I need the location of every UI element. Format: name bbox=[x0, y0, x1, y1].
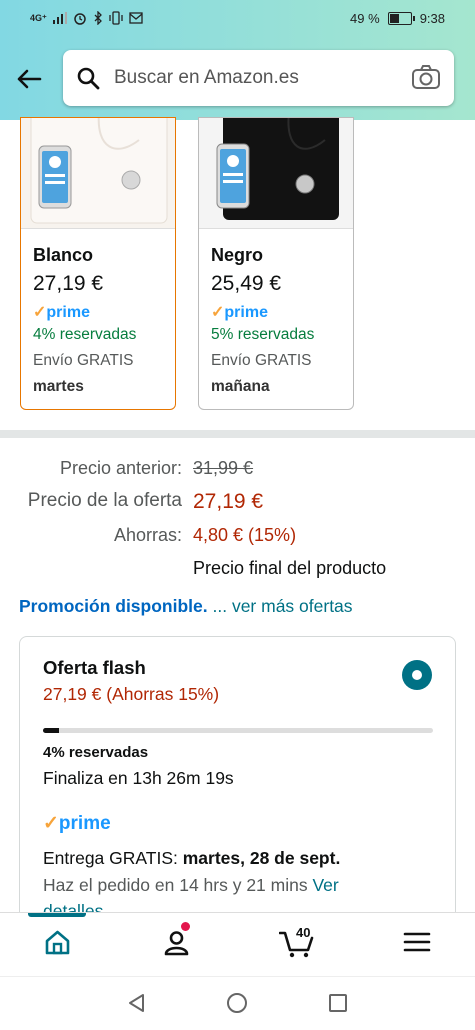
vibrate-icon bbox=[109, 11, 123, 25]
variant-shipping: Envío GRATIS bbox=[33, 352, 134, 369]
prime-check-icon: ✓ bbox=[211, 304, 225, 321]
back-arrow-icon[interactable] bbox=[14, 64, 44, 94]
active-tab-indicator bbox=[28, 913, 86, 917]
prime-badge: ✓prime bbox=[33, 304, 90, 321]
variant-reserved: 4% reservadas bbox=[33, 326, 137, 343]
promo-label[interactable]: Promoción disponible. bbox=[19, 596, 208, 616]
search-input[interactable]: Buscar en Amazon.es bbox=[63, 50, 454, 106]
app-header: Buscar en Amazon.es bbox=[0, 38, 475, 120]
final-price-note: Precio final del producto bbox=[193, 558, 387, 578]
system-recents-icon[interactable] bbox=[327, 992, 349, 1014]
delivery-info: Entrega GRATIS: martes, 28 de sept. bbox=[43, 848, 341, 868]
flash-offer-title: Oferta flash bbox=[43, 657, 146, 678]
variant-price: 25,49 € bbox=[211, 272, 282, 295]
flash-offer-card[interactable]: Oferta flash 27,19 € (Ahorras 15%) 4% re… bbox=[19, 636, 456, 936]
previous-price-value: 31,99 € bbox=[193, 458, 254, 478]
product-image-black bbox=[199, 118, 353, 229]
variant-card-blanco[interactable]: Blanco 27,19 € ✓prime 4% reservadas Enví… bbox=[20, 117, 176, 410]
deal-price-label: Precio de la oferta bbox=[27, 490, 182, 511]
savings-value: 4,80 € (15%) bbox=[193, 525, 297, 545]
flash-offer-radio[interactable] bbox=[402, 660, 432, 690]
network-indicator: 4G⁺ bbox=[30, 12, 47, 23]
battery-percent: 49 % bbox=[350, 11, 380, 26]
nav-home[interactable] bbox=[44, 929, 71, 961]
status-bar: 4G⁺ 49 % 9:38 bbox=[0, 0, 475, 38]
nav-account[interactable] bbox=[163, 922, 190, 961]
variant-reserved: 5% reservadas bbox=[211, 326, 315, 343]
previous-price-label: Precio anterior: bbox=[59, 458, 182, 478]
variant-delivery-day: martes bbox=[33, 378, 84, 395]
prime-check-icon: ✓ bbox=[43, 813, 59, 834]
variant-name: Negro bbox=[211, 245, 264, 265]
bluetooth-icon bbox=[94, 11, 102, 25]
alarm-icon bbox=[74, 13, 86, 25]
variant-delivery-day: mañana bbox=[211, 378, 270, 395]
system-back-icon[interactable] bbox=[126, 992, 148, 1014]
signal-icon bbox=[52, 12, 67, 24]
flash-reserved-text: 4% reservadas bbox=[43, 744, 149, 761]
deal-price-value: 27,19 € bbox=[193, 490, 264, 513]
delivery-date: martes, 28 de sept. bbox=[182, 848, 341, 868]
search-placeholder: Buscar en Amazon.es bbox=[114, 67, 299, 88]
order-deadline: Haz el pedido en 14 hrs y 21 mins Ver bbox=[43, 875, 339, 895]
user-icon bbox=[164, 931, 189, 956]
nav-cart[interactable]: 40 bbox=[278, 925, 315, 964]
menu-icon bbox=[403, 932, 431, 952]
search-icon bbox=[77, 67, 100, 90]
savings-label: Ahorras: bbox=[113, 525, 182, 545]
system-nav-bar bbox=[0, 976, 475, 1030]
variant-price: 27,19 € bbox=[33, 272, 104, 295]
product-image-white bbox=[21, 118, 175, 229]
system-home-icon[interactable] bbox=[226, 992, 248, 1014]
prime-check-icon: ✓ bbox=[33, 304, 47, 321]
variant-shipping: Envío GRATIS bbox=[211, 352, 312, 369]
variant-name: Blanco bbox=[33, 245, 94, 265]
nav-menu[interactable] bbox=[403, 929, 431, 960]
variant-card-negro[interactable]: Negro 25,49 € ✓prime 5% reservadas Envío… bbox=[198, 117, 354, 410]
prime-badge: ✓prime bbox=[211, 304, 268, 321]
bottom-nav: 40 bbox=[0, 912, 475, 977]
promo-line: Promoción disponible. ... ver más oferta… bbox=[19, 596, 353, 617]
notification-dot bbox=[181, 922, 190, 931]
home-icon bbox=[45, 930, 70, 955]
reserved-progress-bar bbox=[43, 728, 433, 733]
cart-count: 40 bbox=[296, 925, 311, 940]
prime-badge: ✓prime bbox=[43, 813, 111, 834]
mail-icon bbox=[129, 12, 143, 24]
details-link[interactable]: Ver bbox=[312, 875, 338, 895]
battery-icon bbox=[387, 12, 415, 25]
flash-offer-price: 27,19 € (Ahorras 15%) bbox=[43, 684, 220, 704]
camera-icon[interactable] bbox=[411, 64, 441, 90]
flash-countdown: Finaliza en 13h 26m 19s bbox=[43, 768, 234, 788]
section-divider bbox=[0, 430, 475, 438]
more-offers-link[interactable]: ... ver más ofertas bbox=[213, 596, 353, 616]
clock: 9:38 bbox=[419, 11, 445, 26]
